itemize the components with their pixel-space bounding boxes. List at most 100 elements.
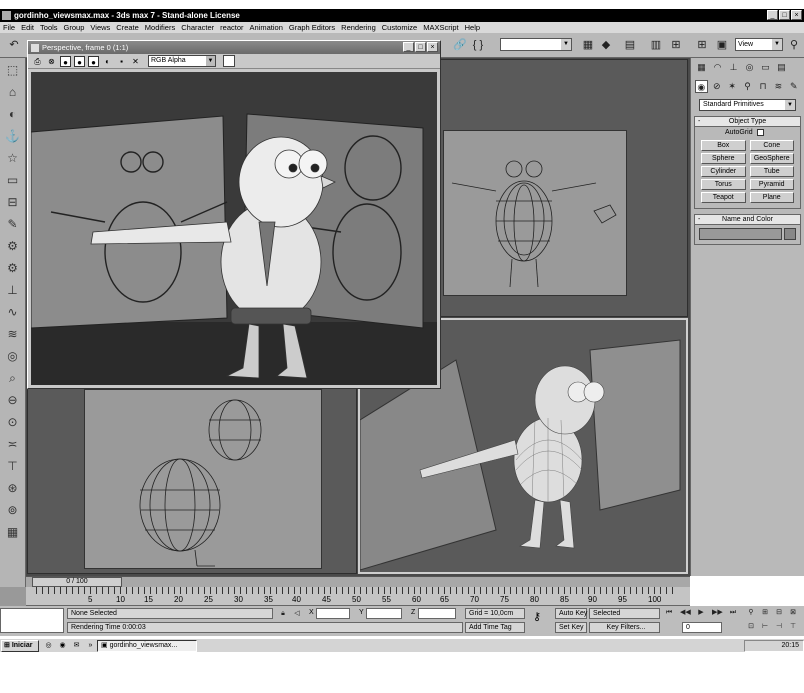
play-icon[interactable]: ▶ bbox=[696, 608, 706, 618]
align-icon[interactable]: ◆ bbox=[598, 37, 614, 53]
key-filters-button[interactable]: Key Filters... bbox=[589, 622, 660, 633]
render-maximize-button[interactable]: □ bbox=[415, 42, 426, 52]
go-to-end-icon[interactable]: ⏭ bbox=[728, 608, 738, 618]
systems-icon[interactable]: ✎ bbox=[788, 80, 800, 93]
menu-tools[interactable]: Tools bbox=[40, 23, 58, 32]
sphere-button[interactable]: Sphere bbox=[701, 153, 746, 164]
primitive-type-dropdown[interactable]: Standard Primitives ▼ bbox=[699, 99, 796, 111]
menu-file[interactable]: File bbox=[3, 23, 15, 32]
menu-views[interactable]: Views bbox=[90, 23, 110, 32]
layer-icon[interactable]: ▤ bbox=[622, 37, 638, 53]
tool-icon[interactable]: ∿ bbox=[4, 303, 22, 321]
rendered-frame-window[interactable]: Perspective, frame 0 (1:1) _ □ × ⎙ ⊗ ● ●… bbox=[27, 40, 441, 389]
display-tab-icon[interactable]: ▭ bbox=[759, 61, 772, 74]
tool-icon[interactable]: ⊤ bbox=[4, 457, 22, 475]
curve-editor-icon[interactable]: ▥ bbox=[648, 37, 664, 53]
tool-icon[interactable]: ◎ bbox=[4, 347, 22, 365]
tool-icon[interactable]: ⌕ bbox=[4, 369, 22, 387]
menu-group[interactable]: Group bbox=[64, 23, 85, 32]
menu-rendering[interactable]: Rendering bbox=[341, 23, 376, 32]
tool-icon[interactable]: ✎ bbox=[4, 215, 22, 233]
zoom-extents-icon[interactable]: ⊟ bbox=[774, 608, 784, 618]
tool-icon[interactable]: ⌂ bbox=[4, 83, 22, 101]
red-channel-icon[interactable]: ● bbox=[60, 55, 71, 67]
space-warps-icon[interactable]: ≋ bbox=[772, 80, 784, 93]
link-icon[interactable]: 🔗 bbox=[452, 37, 468, 53]
tool-icon[interactable]: ≋ bbox=[4, 325, 22, 343]
menu-maxscript[interactable]: MAXScript bbox=[423, 23, 458, 32]
render-minimize-button[interactable]: _ bbox=[403, 42, 414, 52]
minimize-button[interactable]: _ bbox=[767, 10, 778, 20]
lock-selection-icon[interactable]: 🔒︎ bbox=[278, 609, 288, 619]
object-color-swatch[interactable] bbox=[784, 228, 796, 240]
named-selection-icon[interactable]: { } bbox=[470, 37, 486, 53]
tool-icon[interactable]: ☆ bbox=[4, 149, 22, 167]
key-mode-dropdown[interactable]: Selected bbox=[589, 608, 660, 619]
shapes-icon[interactable]: ⊘ bbox=[711, 80, 723, 93]
menu-graph-editors[interactable]: Graph Editors bbox=[289, 23, 335, 32]
monochrome-icon[interactable]: ▪ bbox=[116, 56, 127, 67]
taskbar-app-button[interactable]: ▣ gordinho_viewsmax... bbox=[97, 640, 197, 652]
tool-icon[interactable]: ⚓ bbox=[4, 127, 22, 145]
cone-button[interactable]: Cone bbox=[749, 140, 794, 151]
quick-render-icon[interactable]: ⚲ bbox=[786, 37, 802, 53]
key-icon[interactable]: ⚷ bbox=[533, 610, 541, 623]
render-close-button[interactable]: × bbox=[427, 42, 438, 52]
green-channel-icon[interactable]: ● bbox=[74, 55, 85, 67]
field-of-view-icon[interactable]: ⊡ bbox=[746, 622, 756, 632]
zoom-extents-all-icon[interactable]: ⊠ bbox=[788, 608, 798, 618]
tool-icon[interactable]: ⊛ bbox=[4, 479, 22, 497]
clear-icon[interactable]: ✕ bbox=[130, 56, 141, 67]
zoom-icon[interactable]: ⚲ bbox=[746, 608, 756, 618]
tool-icon[interactable]: ⊙ bbox=[4, 413, 22, 431]
motion-tab-icon[interactable]: ◎ bbox=[743, 61, 756, 74]
box-button[interactable]: Box bbox=[701, 140, 746, 151]
name-color-header[interactable]: - Name and Color bbox=[695, 215, 800, 225]
named-selection-dropdown[interactable]: ▼ bbox=[500, 38, 572, 51]
modify-tab-icon[interactable]: ◠ bbox=[711, 61, 724, 74]
create-tab-icon[interactable]: ▦ bbox=[695, 61, 708, 74]
z-coordinate-field[interactable] bbox=[418, 608, 456, 619]
plane-button[interactable]: Plane bbox=[749, 192, 794, 203]
tool-icon[interactable]: ⊚ bbox=[4, 501, 22, 519]
menu-character[interactable]: Character bbox=[181, 23, 214, 32]
alpha-channel-icon[interactable]: ◐ bbox=[102, 56, 113, 67]
pyramid-button[interactable]: Pyramid bbox=[749, 179, 794, 190]
start-button[interactable]: ⊞ Iniciar bbox=[1, 640, 39, 652]
blue-channel-icon[interactable]: ● bbox=[88, 55, 99, 67]
geometry-icon[interactable]: ◉ bbox=[695, 80, 708, 93]
quicklaunch-more-icon[interactable]: » bbox=[86, 641, 95, 650]
menu-help[interactable]: Help bbox=[465, 23, 480, 32]
object-type-header[interactable]: - Object Type bbox=[695, 117, 800, 127]
time-slider[interactable]: 0 / 100 bbox=[26, 576, 690, 587]
clone-window-icon[interactable]: ⊗ bbox=[46, 56, 57, 67]
object-name-field[interactable] bbox=[699, 228, 782, 240]
quicklaunch-icon[interactable]: ◉ bbox=[58, 641, 67, 650]
lights-icon[interactable]: ✶ bbox=[726, 80, 738, 93]
current-frame-field[interactable]: 0 bbox=[682, 622, 722, 633]
time-slider-thumb[interactable]: 0 / 100 bbox=[32, 577, 122, 587]
menu-reactor[interactable]: reactor bbox=[220, 23, 243, 32]
undo-icon[interactable]: ↶ bbox=[6, 37, 22, 53]
menu-animation[interactable]: Animation bbox=[250, 23, 283, 32]
tool-icon[interactable]: ▭ bbox=[4, 171, 22, 189]
schematic-icon[interactable]: ⊞ bbox=[668, 37, 684, 53]
menu-create[interactable]: Create bbox=[116, 23, 139, 32]
maximize-viewport-icon[interactable]: ⊤ bbox=[788, 622, 798, 632]
menu-customize[interactable]: Customize bbox=[382, 23, 417, 32]
helpers-icon[interactable]: ⊓ bbox=[757, 80, 769, 93]
tool-icon[interactable]: ≍ bbox=[4, 435, 22, 453]
teapot-button[interactable]: Teapot bbox=[701, 192, 746, 203]
track-bar[interactable]: 5 10 15 20 25 30 35 40 45 50 55 60 65 70… bbox=[26, 587, 690, 606]
save-image-icon[interactable]: ⎙ bbox=[32, 56, 43, 67]
tube-button[interactable]: Tube bbox=[749, 166, 794, 177]
close-button[interactable]: × bbox=[791, 10, 802, 20]
utilities-tab-icon[interactable]: ▤ bbox=[775, 61, 788, 74]
mini-listener[interactable] bbox=[0, 587, 26, 606]
cameras-icon[interactable]: ⚲ bbox=[741, 80, 753, 93]
hierarchy-tab-icon[interactable]: ⊥ bbox=[727, 61, 740, 74]
render-type-dropdown[interactable]: View ▼ bbox=[735, 38, 783, 51]
mirror-icon[interactable]: ▦ bbox=[580, 37, 596, 53]
absolute-mode-icon[interactable]: ◁ bbox=[292, 609, 302, 619]
torus-button[interactable]: Torus bbox=[701, 179, 746, 190]
